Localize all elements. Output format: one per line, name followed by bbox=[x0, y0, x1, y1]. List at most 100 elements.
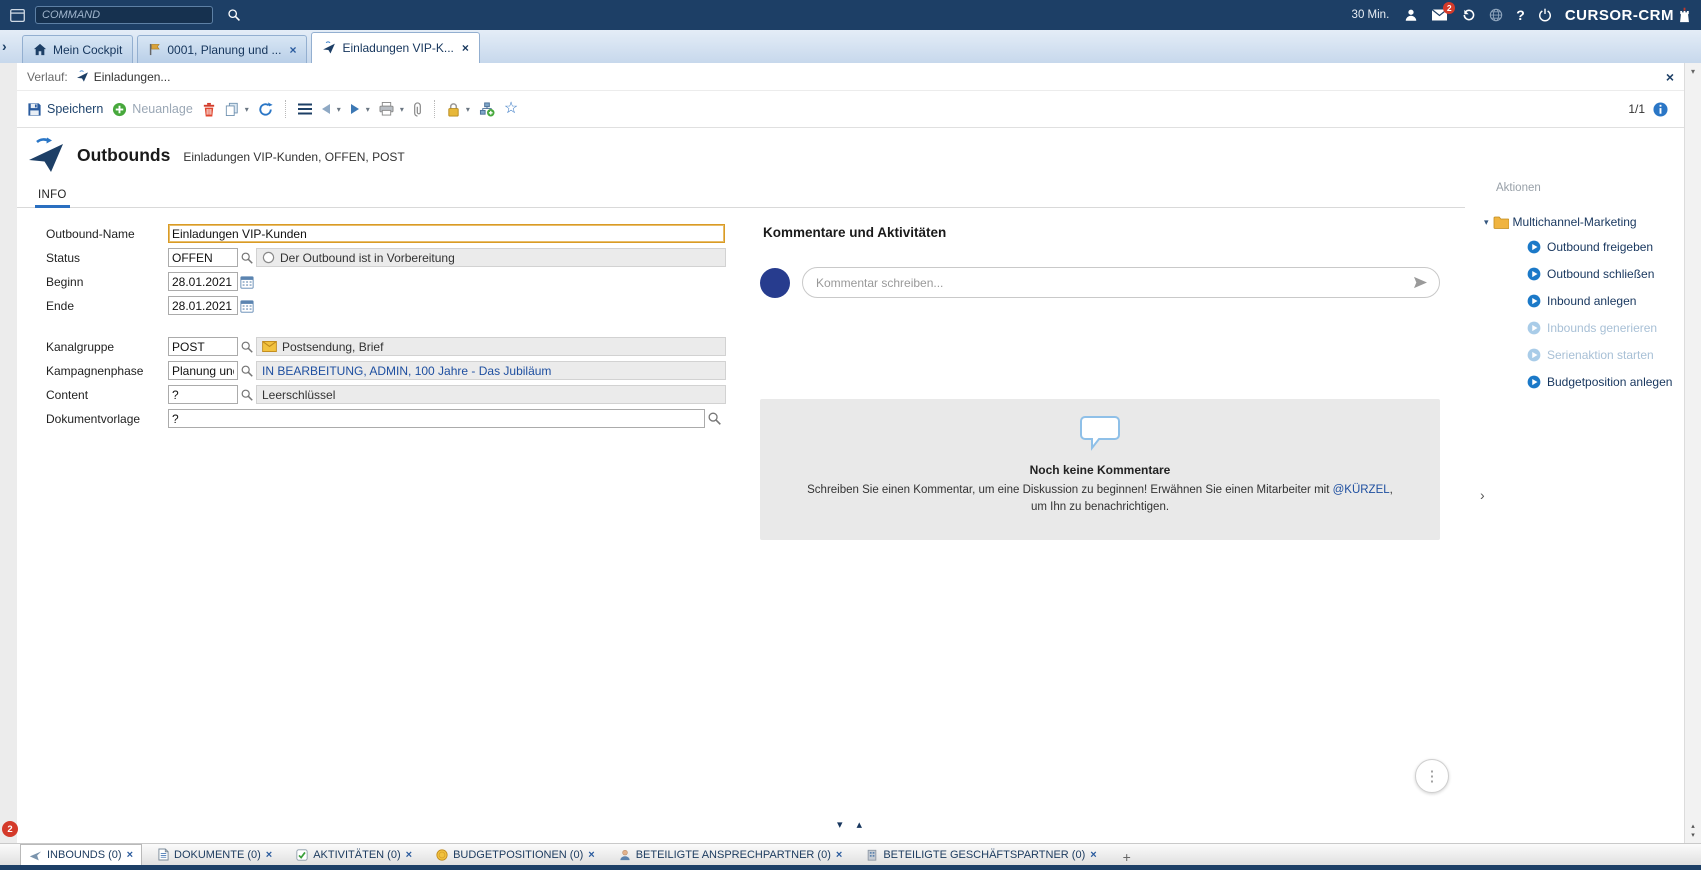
entity-header: Outbounds Einladungen VIP-Kunden, OFFEN,… bbox=[17, 128, 405, 182]
form-row-kampagnenphase: Kampagnenphase IN BEARBEITUNG, ADMIN, 10… bbox=[46, 361, 726, 380]
play-circle-icon bbox=[1527, 267, 1541, 281]
save-button[interactable]: Speichern bbox=[27, 102, 103, 117]
add-tab-button[interactable]: + bbox=[1113, 849, 1141, 865]
close-icon[interactable]: × bbox=[266, 849, 272, 861]
content-code-input[interactable] bbox=[168, 385, 238, 404]
comment-input[interactable] bbox=[802, 267, 1440, 298]
dokumentvorlage-input[interactable] bbox=[168, 409, 705, 428]
chevron-down-icon[interactable]: ▾ bbox=[337, 105, 341, 114]
nav-previous-button[interactable]: ▾ bbox=[321, 103, 341, 115]
print-button[interactable]: ▾ bbox=[379, 102, 404, 116]
paperclip-icon bbox=[413, 102, 422, 117]
mention-link[interactable]: @KÜRZEL bbox=[1333, 484, 1390, 496]
scroll-arrows[interactable]: ▴▾ bbox=[1685, 822, 1701, 840]
comments-empty-state: Noch keine Kommentare Schreiben Sie eine… bbox=[760, 399, 1440, 540]
logout-power-icon[interactable] bbox=[1538, 8, 1552, 22]
action-outbound-freigeben[interactable]: Outbound freigeben bbox=[1527, 233, 1684, 260]
more-options-button[interactable]: ⋮ bbox=[1415, 759, 1449, 793]
tab-kampagnenphase[interactable]: 0001, Planung und ... × bbox=[137, 35, 307, 63]
close-icon[interactable]: × bbox=[462, 41, 469, 55]
attachment-button[interactable] bbox=[413, 102, 422, 117]
user-icon[interactable] bbox=[1404, 8, 1418, 22]
menu-button[interactable] bbox=[298, 103, 312, 115]
collapse-down-icon[interactable]: ▾ bbox=[837, 818, 843, 831]
close-icon[interactable]: × bbox=[836, 849, 842, 861]
lock-icon bbox=[447, 102, 460, 117]
refresh-button[interactable] bbox=[258, 102, 273, 117]
close-icon[interactable]: × bbox=[127, 849, 133, 861]
mail-icon[interactable]: 2 bbox=[1431, 9, 1448, 21]
tab-overflow-chevron-icon[interactable]: › bbox=[2, 38, 7, 54]
action-budgetposition-anlegen[interactable]: Budgetposition anlegen bbox=[1527, 368, 1684, 395]
nav-next-button[interactable]: ▾ bbox=[350, 103, 370, 115]
copy-icon bbox=[225, 102, 239, 116]
beginn-date-input[interactable] bbox=[168, 272, 238, 291]
close-icon[interactable]: × bbox=[1090, 849, 1096, 861]
tree-collapse-icon[interactable]: ▾ bbox=[1484, 217, 1489, 228]
bottom-tab-dokumente[interactable]: DOKUMENTE (0) × bbox=[150, 844, 280, 865]
document-icon bbox=[158, 848, 169, 861]
tab-outbound-einladungen[interactable]: Einladungen VIP-K... × bbox=[311, 32, 479, 63]
form-row-ende: Ende bbox=[46, 296, 256, 315]
panel-collapse-chevron-icon[interactable]: › bbox=[1480, 487, 1485, 503]
toolbar: Speichern Neuanlage ▾ ▾ bbox=[17, 91, 1684, 128]
kampagnenphase-code-input[interactable] bbox=[168, 361, 238, 380]
chevron-down-icon[interactable]: ▾ bbox=[400, 105, 404, 114]
action-outbound-schliessen[interactable]: Outbound schließen bbox=[1527, 260, 1684, 287]
undo-history-icon[interactable] bbox=[1461, 8, 1476, 22]
tab-info[interactable]: INFO bbox=[35, 189, 70, 208]
close-icon[interactable]: × bbox=[406, 849, 412, 861]
lock-button[interactable]: ▾ bbox=[447, 102, 470, 117]
play-circle-icon bbox=[1527, 375, 1541, 389]
session-timeout-label: 30 Min. bbox=[1352, 9, 1390, 21]
action-inbound-anlegen[interactable]: Inbound anlegen bbox=[1527, 287, 1684, 314]
collapse-up-icon[interactable]: ▴ bbox=[857, 818, 863, 831]
close-icon[interactable]: × bbox=[289, 43, 296, 57]
history-entry[interactable]: Einladungen... bbox=[76, 70, 171, 84]
toolbar-separator bbox=[434, 100, 435, 118]
tab-mein-cockpit[interactable]: Mein Cockpit bbox=[22, 35, 133, 63]
calendar-icon[interactable] bbox=[240, 299, 254, 313]
info-icon[interactable] bbox=[1653, 102, 1668, 117]
actions-group-multichannel-marketing[interactable]: ▾ Multichannel-Marketing bbox=[1484, 213, 1684, 231]
kanalgruppe-lookup-icon[interactable] bbox=[240, 340, 254, 354]
scroll-menu-chevron-icon[interactable]: ▾ bbox=[1685, 67, 1701, 76]
kampagnenphase-description-link[interactable]: IN BEARBEITUNG, ADMIN, 100 Jahre - Das J… bbox=[256, 361, 726, 380]
help-icon[interactable]: ? bbox=[1516, 7, 1525, 23]
kanalgruppe-code-input[interactable] bbox=[168, 337, 238, 356]
mail-badge: 2 bbox=[1443, 2, 1455, 14]
status-code-input[interactable] bbox=[168, 248, 238, 267]
new-record-button[interactable]: Neuanlage bbox=[112, 102, 192, 117]
close-document-icon[interactable]: × bbox=[1666, 69, 1674, 85]
bottom-tab-budgetpositionen[interactable]: BUDGETPOSITIONEN (0) × bbox=[428, 844, 603, 865]
close-icon[interactable]: × bbox=[588, 849, 594, 861]
command-search-icon[interactable] bbox=[227, 8, 241, 22]
app-window-icon[interactable] bbox=[10, 9, 25, 22]
kampagnenphase-lookup-icon[interactable] bbox=[240, 364, 254, 378]
bottom-tab-beteiligte-ansprechpartner[interactable]: BETEILIGTE ANSPRECHPARTNER (0) × bbox=[611, 844, 851, 865]
chevron-down-icon[interactable]: ▾ bbox=[366, 105, 370, 114]
calendar-icon[interactable] bbox=[240, 275, 254, 289]
create-process-button[interactable] bbox=[479, 102, 495, 117]
coin-icon bbox=[436, 849, 448, 861]
bottom-tab-inbounds[interactable]: INBOUNDS (0) × bbox=[20, 844, 142, 865]
outbound-name-input[interactable] bbox=[168, 224, 725, 243]
command-input[interactable] bbox=[35, 6, 213, 24]
hamburger-icon bbox=[298, 103, 312, 115]
chevron-down-icon[interactable]: ▾ bbox=[466, 105, 470, 114]
kampagnenphase-label: Kampagnenphase bbox=[46, 364, 168, 378]
vertical-scrollbar[interactable]: ▾ ▴▾ bbox=[1684, 63, 1701, 844]
favorite-star-icon[interactable]: ☆ bbox=[504, 102, 518, 116]
bottom-tab-aktivitaeten[interactable]: AKTIVITÄTEN (0) × bbox=[288, 844, 420, 865]
content-lookup-icon[interactable] bbox=[240, 388, 254, 402]
ende-date-input[interactable] bbox=[168, 296, 238, 315]
dokumentvorlage-lookup-icon[interactable] bbox=[707, 411, 722, 426]
bottom-tab-beteiligte-geschaeftspartner[interactable]: BETEILIGTE GESCHÄFTSPARTNER (0) × bbox=[858, 844, 1104, 865]
send-icon[interactable] bbox=[1413, 276, 1428, 294]
split-collapse-controls: ▾ ▴ bbox=[837, 818, 862, 831]
copy-button[interactable]: ▾ bbox=[225, 102, 249, 116]
status-lookup-icon[interactable] bbox=[240, 251, 254, 265]
delete-button[interactable] bbox=[202, 102, 216, 117]
chevron-down-icon[interactable]: ▾ bbox=[245, 105, 249, 114]
globe-icon[interactable] bbox=[1489, 8, 1503, 22]
